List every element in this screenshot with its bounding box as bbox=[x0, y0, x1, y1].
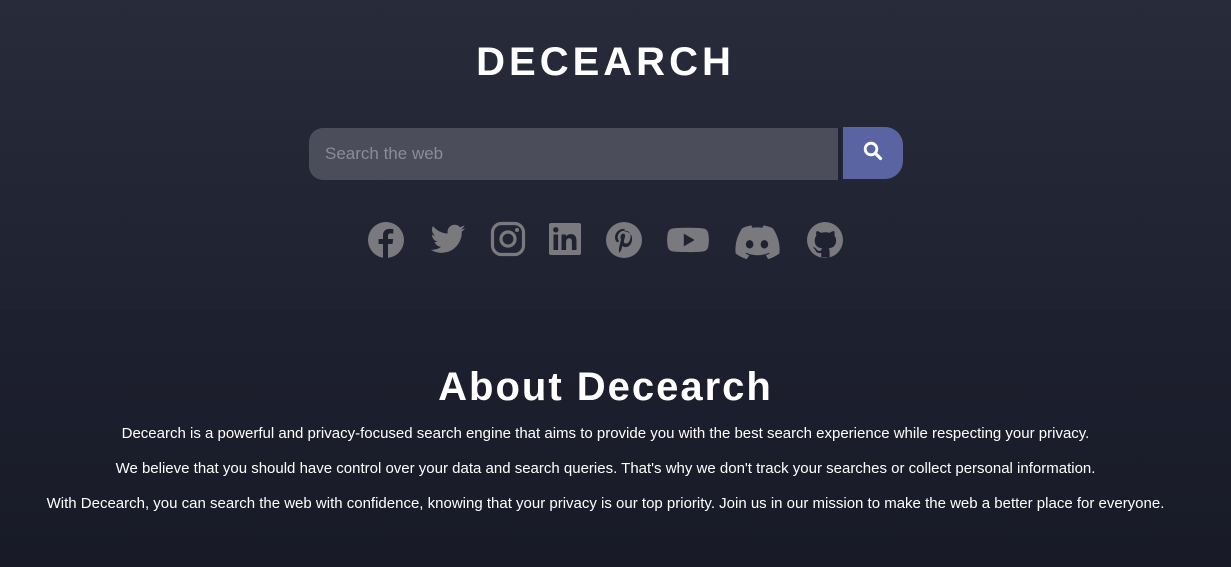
about-title: About Decearch bbox=[438, 365, 773, 409]
github-icon bbox=[806, 221, 844, 259]
search-input[interactable] bbox=[309, 128, 840, 180]
search-divider bbox=[838, 128, 841, 180]
about-paragraph-2: We believe that you should have control … bbox=[115, 460, 1096, 477]
site-logo: DECEARCH bbox=[476, 40, 735, 84]
facebook-icon bbox=[367, 221, 405, 259]
pinterest-link[interactable] bbox=[605, 221, 643, 259]
about-section: About Decearch Decearch is a powerful an… bbox=[0, 365, 1211, 529]
twitter-icon bbox=[429, 221, 467, 259]
search-button[interactable] bbox=[843, 127, 903, 179]
facebook-link[interactable] bbox=[367, 221, 405, 259]
search-bar bbox=[309, 127, 903, 180]
instagram-link[interactable] bbox=[490, 221, 526, 257]
search-icon bbox=[863, 141, 883, 166]
about-paragraph-3: With Decearch, you can search the web wi… bbox=[46, 495, 1165, 512]
about-paragraph-1: Decearch is a powerful and privacy-focus… bbox=[121, 425, 1090, 442]
pinterest-icon bbox=[605, 221, 643, 259]
discord-link[interactable] bbox=[734, 221, 780, 259]
linkedin-icon bbox=[548, 221, 582, 257]
linkedin-link[interactable] bbox=[548, 221, 582, 257]
instagram-icon bbox=[490, 221, 526, 257]
discord-icon bbox=[734, 221, 780, 259]
twitter-link[interactable] bbox=[429, 221, 467, 259]
github-link[interactable] bbox=[806, 221, 844, 259]
youtube-link[interactable] bbox=[666, 221, 710, 259]
youtube-icon bbox=[666, 221, 710, 259]
